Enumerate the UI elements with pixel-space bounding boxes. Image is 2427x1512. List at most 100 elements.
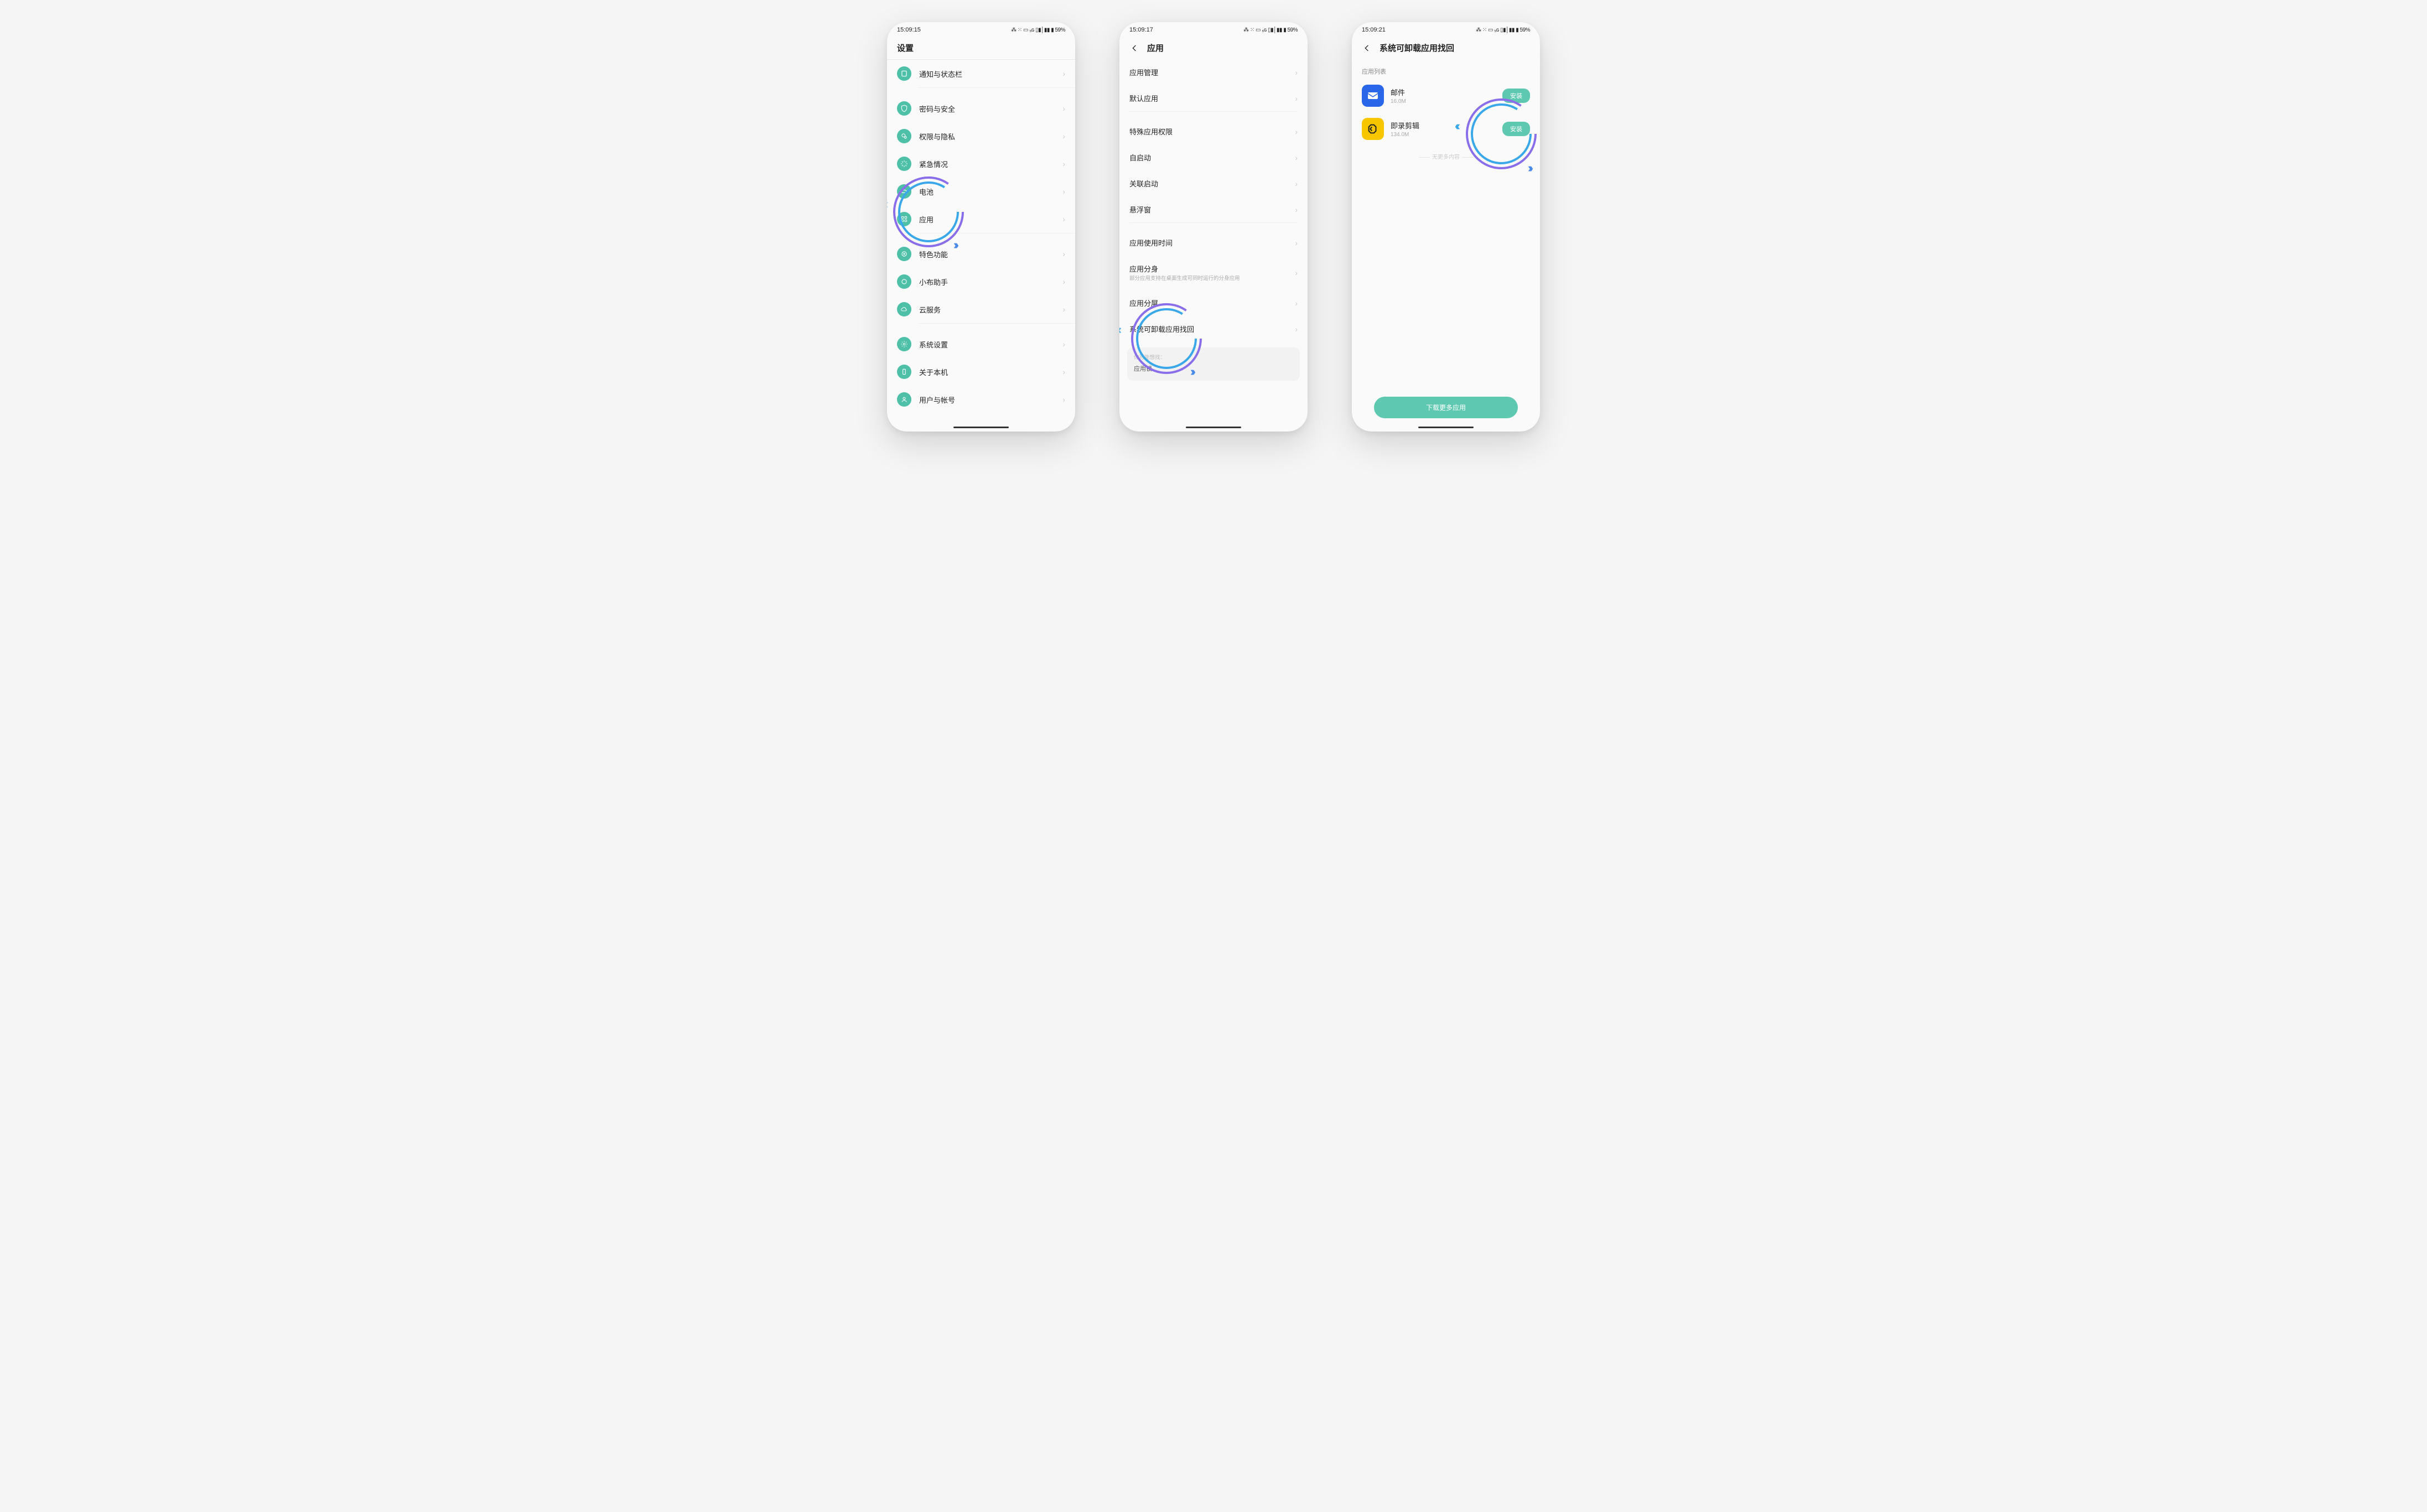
settings-item-privacy[interactable]: 权限与隐私 › — [887, 122, 1075, 150]
item-label: 小布助手 — [919, 277, 1055, 287]
settings-item-security[interactable]: 密码与安全 › — [887, 95, 1075, 122]
item-label: 系统设置 — [919, 339, 1055, 350]
app-row-mail: 邮件 16.0M 安装 — [1352, 79, 1540, 112]
settings-item-emergency[interactable]: 紧急情况 › — [887, 150, 1075, 178]
recorder-app-icon — [1362, 118, 1384, 140]
no-more-content: 无更多内容 — [1352, 146, 1540, 167]
phone-screen-1: 15:09:15 ⁂ ⁙ ▭ ₅ɢ ▯▮│▮▮ ▮ 59% 设置 通知与状态栏 … — [887, 22, 1075, 432]
home-indicator[interactable] — [1418, 427, 1474, 428]
chevron-right-icon: › — [1062, 305, 1065, 314]
status-bar: 15:09:15 ⁂ ⁙ ▭ ₅ɢ ▯▮│▮▮ ▮ 59% — [887, 22, 1075, 38]
page-title: 应用 — [1147, 42, 1164, 54]
status-indicators: ⁂ ⁙ ▭ ₅ɢ ▯▮│▮▮ ▮ 59% — [1011, 27, 1065, 33]
item-label: 特殊应用权限 — [1129, 126, 1287, 137]
item-label: 关于本机 — [919, 367, 1055, 377]
search-hint-box: 你可能想找： 应用锁 — [1127, 347, 1300, 381]
shield-icon — [897, 101, 911, 116]
back-button[interactable] — [1362, 43, 1372, 53]
back-button[interactable] — [1129, 43, 1139, 53]
apps-item-autostart[interactable]: 自启动 › — [1119, 144, 1308, 170]
chevron-right-icon: › — [1062, 104, 1065, 113]
settings-item-apps[interactable]: 应用 › — [887, 205, 1075, 233]
item-label: 应用 — [919, 214, 1055, 225]
apps-item-special-permissions[interactable]: 特殊应用权限 › — [1119, 118, 1308, 144]
item-label: 通知与状态栏 — [919, 69, 1055, 79]
features-icon — [897, 247, 911, 261]
chevron-right-icon: › — [1062, 340, 1065, 349]
battery-icon — [897, 184, 911, 199]
chevron-right-icon: › — [1295, 268, 1298, 277]
apps-item-default[interactable]: 默认应用 › — [1119, 85, 1308, 111]
apps-icon — [897, 212, 911, 226]
chevron-right-icon: › — [1062, 159, 1065, 168]
chevron-right-icon: › — [1062, 367, 1065, 376]
app-size: 134.0M — [1391, 132, 1496, 138]
settings-list: 通知与状态栏 › 密码与安全 › 权限与隐私 › 紧急情况 › 电池 › 应用 — [887, 60, 1075, 432]
home-indicator[interactable] — [1186, 427, 1241, 428]
status-bar: 15:09:21 ⁂ ⁙ ▭ ₅ɢ ▯▮│▮▮ ▮ 59% — [1352, 22, 1540, 38]
header: 系统可卸载应用找回 — [1352, 38, 1540, 59]
item-label: 用户与帐号 — [919, 394, 1055, 405]
item-label: 悬浮窗 — [1129, 204, 1287, 215]
status-indicators: ⁂ ⁙ ▭ ₅ɢ ▯▮│▮▮ ▮ 59% — [1243, 27, 1298, 33]
app-size: 16.0M — [1391, 98, 1496, 105]
chevron-right-icon: › — [1062, 250, 1065, 258]
chevron-right-icon: › — [1062, 187, 1065, 196]
status-indicators: ⁂ ⁙ ▭ ₅ɢ ▯▮│▮▮ ▮ 59% — [1476, 27, 1530, 33]
item-label: 电池 — [919, 186, 1055, 197]
app-name: 即录剪辑 — [1391, 120, 1496, 131]
status-time: 15:09:17 — [1129, 27, 1153, 33]
chevron-right-icon: › — [1062, 69, 1065, 78]
assistant-icon — [897, 274, 911, 289]
privacy-icon — [897, 129, 911, 143]
settings-item-assistant[interactable]: 小布助手 › — [887, 268, 1075, 295]
item-label: 应用分屏 — [1129, 298, 1287, 308]
chevron-right-icon: › — [1295, 127, 1298, 136]
settings-item-about[interactable]: 关于本机 › — [887, 358, 1075, 386]
status-bar: 15:09:17 ⁂ ⁙ ▭ ₅ɢ ▯▮│▮▮ ▮ 59% — [1119, 22, 1308, 38]
apps-item-floating-window[interactable]: 悬浮窗 › — [1119, 196, 1308, 222]
settings-item-notifications[interactable]: 通知与状态栏 › — [887, 60, 1075, 87]
apps-item-usage-time[interactable]: 应用使用时间 › — [1119, 230, 1308, 256]
install-button[interactable]: 安装 — [1502, 122, 1530, 136]
item-label: 自启动 — [1129, 152, 1287, 163]
chevron-right-icon: › — [1062, 277, 1065, 286]
settings-item-system[interactable]: 系统设置 › — [887, 330, 1075, 358]
page-title: 系统可卸载应用找回 — [1380, 42, 1454, 54]
header: 应用 — [1119, 38, 1308, 59]
item-label: 应用管理 — [1129, 67, 1287, 77]
settings-item-cloud[interactable]: 云服务 › — [887, 295, 1075, 323]
phone-screen-2: 15:09:17 ⁂ ⁙ ▭ ₅ɢ ▯▮│▮▮ ▮ 59% 应用 应用管理 › … — [1119, 22, 1308, 432]
item-label: 关联启动 — [1129, 178, 1287, 189]
settings-item-battery[interactable]: 电池 › — [887, 178, 1075, 205]
chevron-right-icon: › — [1062, 215, 1065, 224]
apps-item-recover-uninstalled[interactable]: 系统可卸载应用找回 › — [1119, 316, 1308, 342]
status-time: 15:09:21 — [1362, 27, 1386, 33]
install-button[interactable]: 安装 — [1502, 89, 1530, 103]
chevron-right-icon: › — [1295, 325, 1298, 334]
apps-item-management[interactable]: 应用管理 › — [1119, 59, 1308, 85]
notification-icon — [897, 66, 911, 81]
chevron-right-icon: › — [1295, 94, 1298, 103]
hint-title: 你可能想找： — [1134, 353, 1293, 361]
item-label: 特色功能 — [919, 249, 1055, 259]
chevron-right-icon: › — [1295, 68, 1298, 77]
settings-item-features[interactable]: 特色功能 › — [887, 240, 1075, 268]
item-label: 密码与安全 — [919, 103, 1055, 114]
user-icon — [897, 392, 911, 407]
item-label: 云服务 — [919, 304, 1055, 315]
chevron-right-icon: › — [1295, 179, 1298, 188]
hint-item[interactable]: 应用锁 — [1134, 364, 1293, 373]
apps-item-associated-start[interactable]: 关联启动 › — [1119, 170, 1308, 196]
download-more-button[interactable]: 下载更多应用 — [1374, 397, 1518, 418]
apps-item-clone[interactable]: 应用分身 部分应用支持在桌面生成可同时运行的分身应用 › — [1119, 256, 1308, 290]
settings-item-accounts[interactable]: 用户与帐号 › — [887, 386, 1075, 413]
item-subtitle: 部分应用支持在桌面生成可同时运行的分身应用 — [1129, 276, 1287, 282]
chevron-right-icon: › — [1295, 238, 1298, 247]
gear-icon — [897, 337, 911, 351]
chevron-right-icon: › — [1062, 395, 1065, 404]
item-label: 紧急情况 — [919, 159, 1055, 169]
apps-item-split-screen[interactable]: 应用分屏 › — [1119, 290, 1308, 316]
chevron-right-icon: › — [1295, 299, 1298, 308]
home-indicator[interactable] — [953, 427, 1009, 428]
